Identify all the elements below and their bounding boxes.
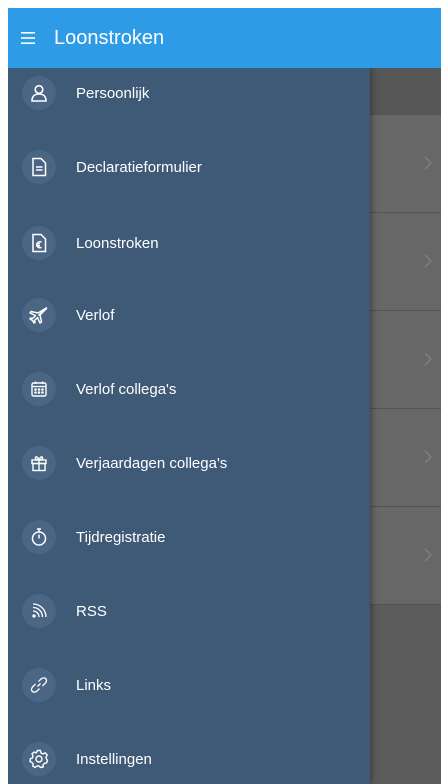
drawer-item-declaratieformulier[interactable]: Declaratieformulier — [8, 138, 370, 196]
drawer-item-rss[interactable]: RSS — [8, 582, 370, 640]
chevron-right-icon — [423, 351, 433, 367]
drawer-item-label: Verlof collega's — [76, 380, 177, 398]
airplane-icon — [22, 298, 56, 332]
background-divider — [370, 604, 441, 605]
document-icon — [22, 150, 56, 184]
link-icon — [22, 668, 56, 702]
chevron-right-icon — [423, 155, 433, 171]
drawer-item-verlof-collegas[interactable]: Verlof collega's — [8, 360, 370, 418]
background-list-row[interactable] — [370, 114, 441, 212]
hamburger-menu-icon — [21, 32, 35, 44]
person-icon — [22, 76, 56, 110]
calendar-icon — [22, 372, 56, 406]
drawer-item-label: Persoonlijk — [76, 84, 150, 102]
background-list-row[interactable] — [370, 408, 441, 506]
drawer-item-label: Tijdregistratie — [76, 528, 166, 546]
hamburger-menu-button[interactable] — [8, 8, 52, 68]
gift-icon — [22, 446, 56, 480]
page-title: Loonstroken — [54, 26, 165, 49]
app-frame: Loonstroken Persoonlijk Declaratieformul… — [8, 8, 441, 784]
drawer-item-label: Loonstroken — [76, 234, 159, 252]
drawer-item-label: Verjaardagen collega's — [76, 454, 228, 472]
background-list-row[interactable] — [370, 310, 441, 408]
drawer-item-label: Links — [76, 676, 112, 694]
drawer-item-links[interactable]: Links — [8, 656, 370, 714]
drawer-item-persoonlijk[interactable]: Persoonlijk — [8, 64, 370, 122]
drawer-item-label: Declaratieformulier — [76, 158, 202, 176]
background-list-row[interactable] — [370, 506, 441, 604]
background-list-row[interactable] — [370, 212, 441, 310]
stopwatch-icon — [22, 520, 56, 554]
drawer-item-label: Verlof — [76, 306, 115, 324]
euro-document-icon — [22, 226, 56, 260]
chevron-right-icon — [423, 253, 433, 269]
drawer-item-verjaardagen-collegas[interactable]: Verjaardagen collega's — [8, 434, 370, 492]
background-header-strip — [370, 68, 441, 114]
chevron-right-icon — [423, 547, 433, 563]
gear-icon — [22, 742, 56, 776]
chevron-right-icon — [423, 449, 433, 465]
drawer-item-loonstroken[interactable]: Loonstroken — [8, 214, 370, 272]
drawer-item-label: RSS — [76, 602, 107, 620]
app-bar: Loonstroken — [8, 8, 441, 68]
drawer-item-instellingen[interactable]: Instellingen — [8, 730, 370, 784]
navigation-drawer: Persoonlijk Declaratieformulier Loonstro… — [8, 68, 370, 784]
drawer-item-tijdregistratie[interactable]: Tijdregistratie — [8, 508, 370, 566]
drawer-item-verlof[interactable]: Verlof — [8, 286, 370, 344]
drawer-item-label: Instellingen — [76, 750, 152, 768]
rss-icon — [22, 594, 56, 628]
